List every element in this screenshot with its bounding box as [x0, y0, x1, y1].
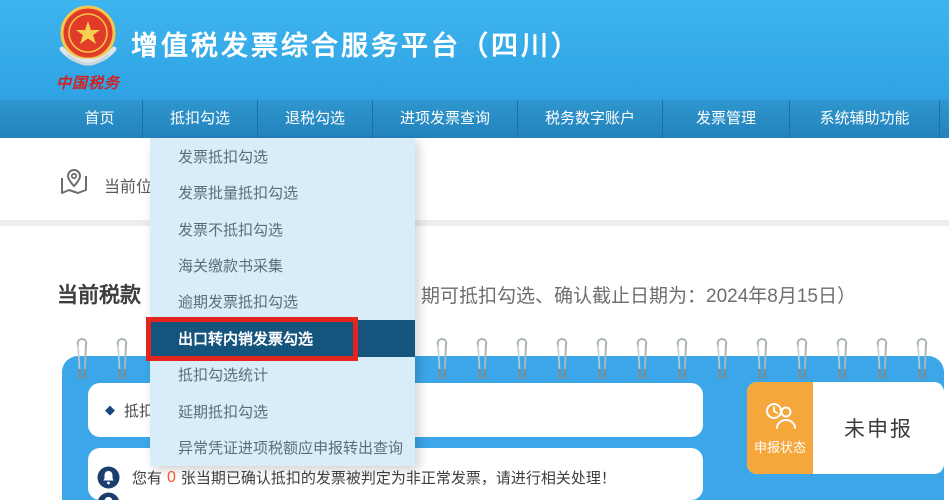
- declaration-status-card[interactable]: 申报状态 未申报: [747, 382, 944, 474]
- spiral-ring-icon: [834, 336, 850, 382]
- status-badge: 申报状态: [747, 382, 813, 474]
- nav-item-0[interactable]: 首页: [57, 100, 143, 138]
- nav-item-2[interactable]: 退税勾选: [258, 100, 373, 138]
- spiral-ring-icon: [754, 336, 770, 382]
- spiral-binding: [0, 336, 949, 384]
- nav-bar: 首页抵扣勾选退税勾选进项发票查询税务数字账户发票管理系统辅助功能: [0, 100, 949, 138]
- dropdown-item-0[interactable]: 发票抵扣勾选: [150, 138, 415, 174]
- dropdown-item-8[interactable]: 异常凭证进项税额应申报转出查询: [150, 430, 415, 466]
- spiral-ring-icon: [874, 336, 890, 382]
- location-map-icon: [59, 168, 89, 196]
- tax-emblem-icon: [52, 5, 124, 71]
- page-title: 增值税发票综合服务平台（四川）: [131, 24, 581, 63]
- page: 中国税务 增值税发票综合服务平台（四川） 首页抵扣勾选退税勾选进项发票查询税务数…: [0, 0, 949, 500]
- notice-text-suffix: 张当期已确认抵扣的发票被判定为非正常发票，请进行相关处理！: [181, 467, 616, 488]
- logo-caption: 中国税务: [40, 72, 136, 93]
- nav-item-1[interactable]: 抵扣勾选: [143, 100, 258, 138]
- spiral-ring-icon: [114, 336, 130, 382]
- nav-item-5[interactable]: 发票管理: [663, 100, 790, 138]
- dropdown-item-1[interactable]: 发票批量抵扣勾选: [150, 174, 415, 210]
- bell-icon: [97, 466, 120, 489]
- status-value: 未申报: [844, 413, 913, 443]
- dropdown-item-5[interactable]: 出口转内销发票勾选: [150, 320, 415, 356]
- status-label: 申报状态: [754, 437, 806, 456]
- spiral-ring-icon: [514, 336, 530, 382]
- spiral-ring-icon: [434, 336, 450, 382]
- dropdown-item-2[interactable]: 发票不抵扣勾选: [150, 211, 415, 247]
- spiral-ring-icon: [74, 336, 90, 382]
- bell-icon-partial: [97, 492, 120, 500]
- notice-count: 0: [162, 469, 181, 487]
- tax-period-heading-right: 期可抵扣勾选、确认截止日期为：2024年8月15日）: [421, 281, 856, 308]
- nav-item-3[interactable]: 进项发票查询: [373, 100, 518, 138]
- notice-text-prefix: 您有: [132, 467, 162, 488]
- deduction-dropdown-menu: 发票抵扣勾选发票批量抵扣勾选发票不抵扣勾选海关缴款书采集逾期发票抵扣勾选出口转内…: [150, 138, 415, 466]
- nav-item-4[interactable]: 税务数字账户: [518, 100, 663, 138]
- spiral-ring-icon: [594, 336, 610, 382]
- dropdown-item-3[interactable]: 海关缴款书采集: [150, 247, 415, 283]
- spiral-ring-icon: [714, 336, 730, 382]
- status-value-area: 未申报: [813, 382, 944, 474]
- dropdown-item-6[interactable]: 抵扣勾选统计: [150, 357, 415, 393]
- spiral-ring-icon: [674, 336, 690, 382]
- section-divider: [0, 220, 949, 226]
- spiral-ring-icon: [794, 336, 810, 382]
- dropdown-item-7[interactable]: 延期抵扣勾选: [150, 393, 415, 429]
- app-header: 中国税务 增值税发票综合服务平台（四川）: [0, 0, 949, 100]
- spiral-ring-icon: [634, 336, 650, 382]
- tax-period-heading-left: 当前税款: [57, 279, 141, 309]
- spiral-ring-icon: [914, 336, 930, 382]
- dropdown-item-4[interactable]: 逾期发票抵扣勾选: [150, 284, 415, 320]
- nav-item-6[interactable]: 系统辅助功能: [790, 100, 940, 138]
- person-clock-icon: [763, 401, 797, 431]
- spiral-ring-icon: [554, 336, 570, 382]
- diamond-bullet-icon: ◆: [105, 402, 115, 418]
- spiral-ring-icon: [474, 336, 490, 382]
